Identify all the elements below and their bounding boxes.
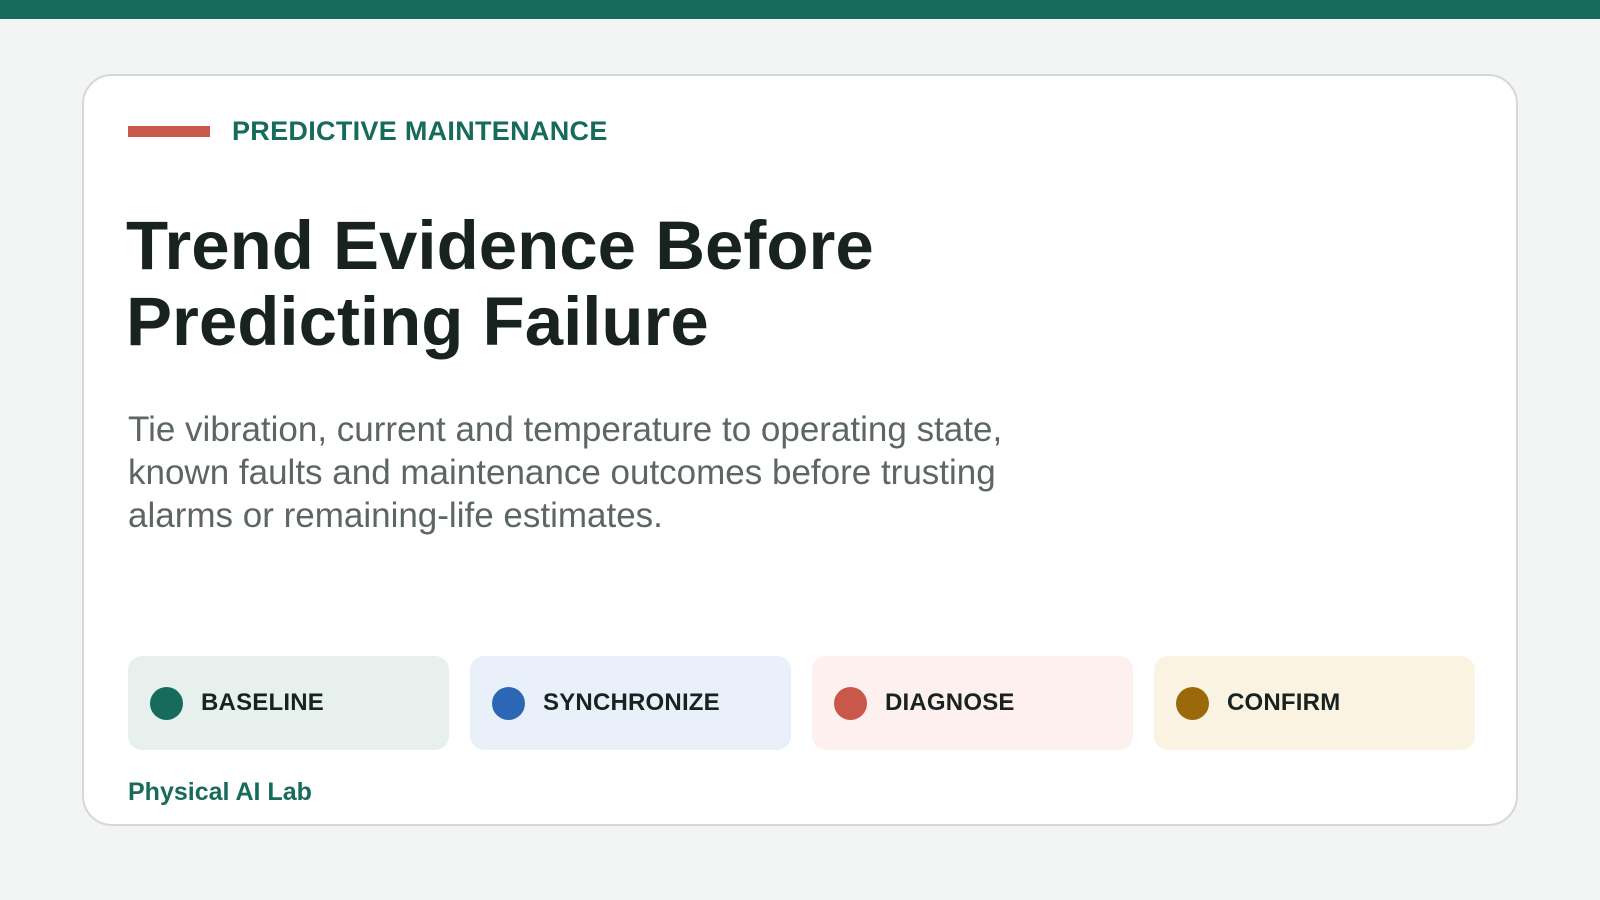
eyebrow-rule xyxy=(128,125,210,137)
page-title: Trend Evidence Before Predicting Failure xyxy=(126,207,874,360)
step-dot-icon xyxy=(150,686,183,720)
step-label: BASELINE xyxy=(201,689,324,716)
step-diagnose: DIAGNOSE xyxy=(812,656,1133,750)
eyebrow: PREDICTIVE MAINTENANCE xyxy=(128,116,608,146)
page-subtitle: Tie vibration, current and temperature t… xyxy=(128,410,1003,535)
slide-card: PREDICTIVE MAINTENANCE Trend Evidence Be… xyxy=(82,74,1518,826)
process-steps: BASELINE SYNCHRONIZE DIAGNOSE CONFIRM xyxy=(128,656,1475,750)
step-synchronize: SYNCHRONIZE xyxy=(470,656,791,750)
step-confirm: CONFIRM xyxy=(1154,656,1475,750)
step-dot-icon xyxy=(834,686,867,720)
step-baseline: BASELINE xyxy=(128,656,449,750)
eyebrow-label: PREDICTIVE MAINTENANCE xyxy=(232,116,608,146)
footer-brand: Physical AI Lab xyxy=(128,778,312,806)
top-accent-bar xyxy=(0,0,1600,19)
step-label: DIAGNOSE xyxy=(885,689,1015,716)
step-label: CONFIRM xyxy=(1227,689,1341,716)
step-dot-icon xyxy=(492,686,525,720)
step-dot-icon xyxy=(1176,686,1209,720)
step-label: SYNCHRONIZE xyxy=(543,689,720,716)
